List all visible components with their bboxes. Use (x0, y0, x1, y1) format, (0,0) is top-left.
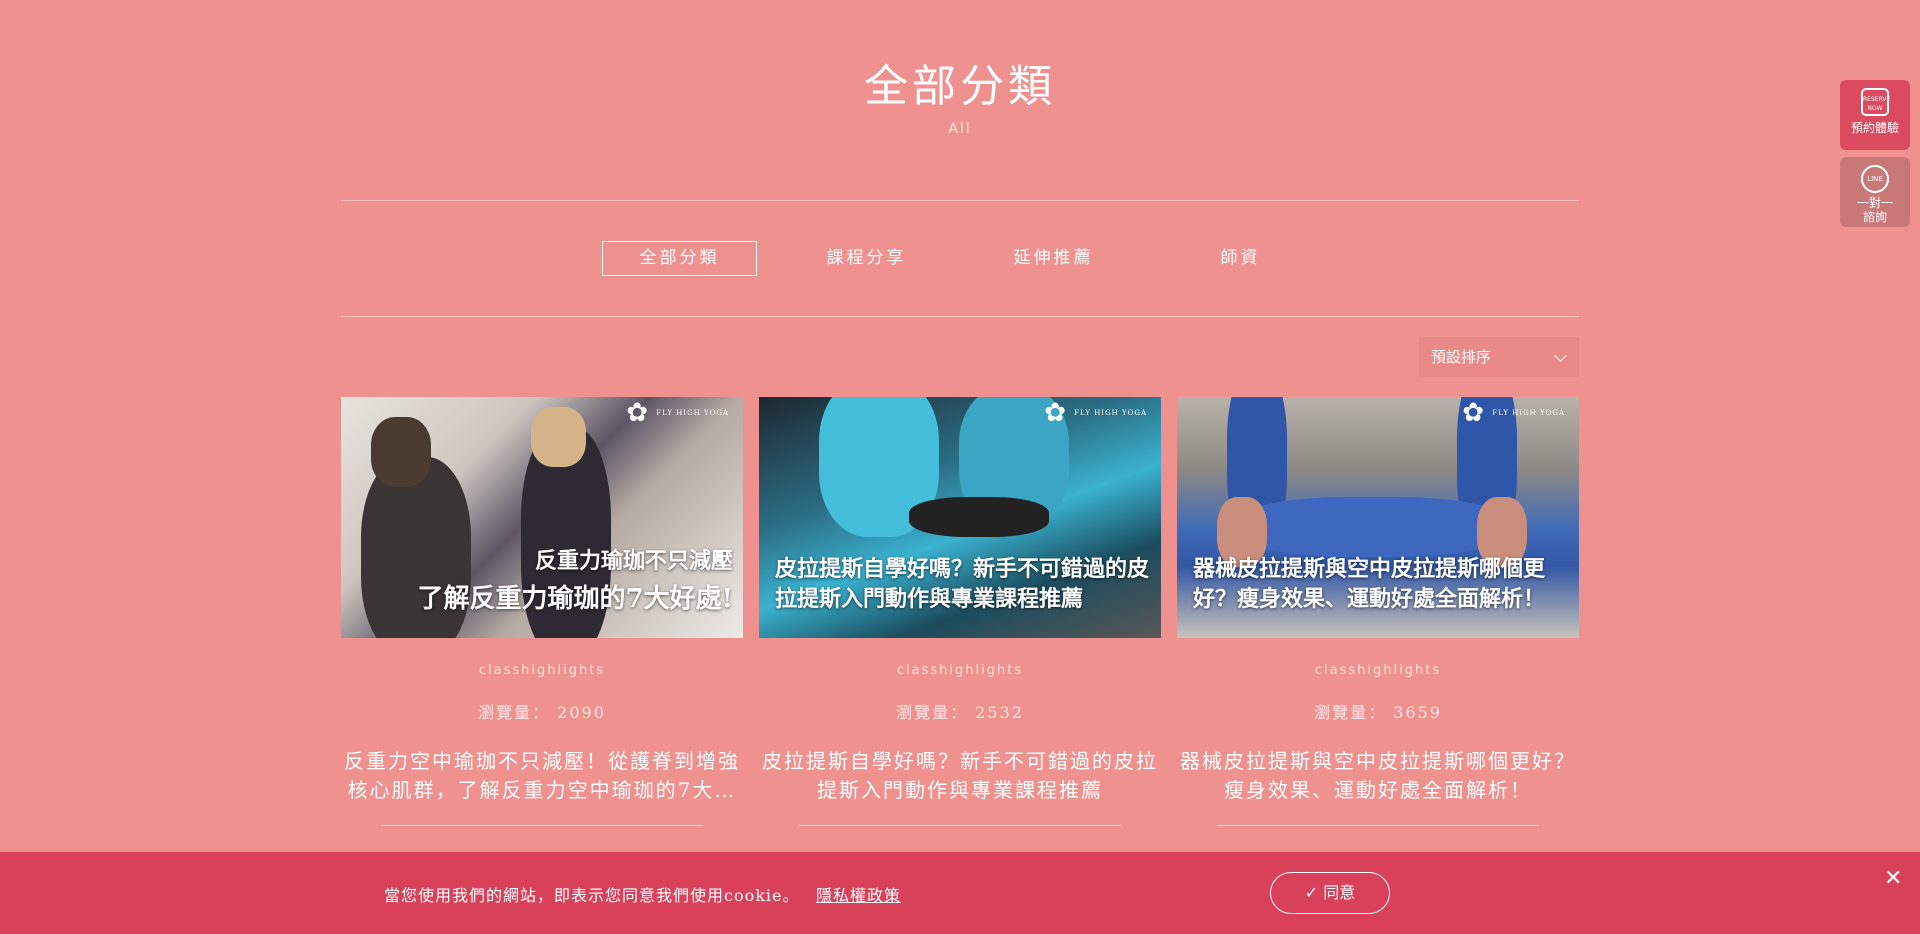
line-label-bottom: 諮詢 (1862, 210, 1887, 224)
card-divider (799, 825, 1121, 826)
article-card: ✿ FLY HIGH YOGA 皮拉提斯自學好嗎？新手不可錯過的皮拉提斯入門動作… (759, 397, 1161, 826)
card-title[interactable]: 反重力空中瑜珈不只減壓！從護脊到增強核心肌群，了解反重力空中瑜珈的7大… (341, 747, 743, 805)
article-card: ✿ FLY HIGH YOGA 反重力瑜珈不只減壓 了解反重力瑜珈的7大好處! … (341, 397, 743, 826)
line-chat-icon: LINE (1861, 165, 1889, 193)
logo-text: FLY HIGH YOGA (1492, 409, 1565, 417)
tab-all[interactable]: 全部分類 (602, 241, 757, 276)
card-divider (381, 825, 703, 826)
card-views: 瀏覽量： 3659 (1314, 703, 1442, 722)
sort-select[interactable]: 預設排序 (1419, 337, 1579, 377)
flower-logo-icon: ✿ (1044, 398, 1068, 428)
chevron-down-icon (1554, 349, 1567, 362)
card-views: 瀏覽量： 2090 (478, 703, 606, 722)
card-views: 瀏覽量： 2532 (896, 703, 1024, 722)
image-caption-line1: 器械皮拉提斯與空中皮拉提斯哪個更好？瘦身效果、運動好處全面解析！ (1193, 556, 1546, 612)
cookie-message: 當您使用我們的網站，即表示您同意我們使用cookie。 (384, 886, 800, 905)
image-caption-line1: 反重力瑜珈不只減壓 (534, 548, 733, 574)
calendar-icon: RESERVE NOW (1861, 88, 1890, 116)
reserve-label: 預約體驗 (1850, 121, 1899, 135)
line-consult-button[interactable]: LINE 一對一 諮詢 (1840, 157, 1910, 227)
article-image[interactable]: ✿ FLY HIGH YOGA 皮拉提斯自學好嗎？新手不可錯過的皮拉提斯入門動作… (759, 397, 1161, 638)
article-image[interactable]: ✿ FLY HIGH YOGA 反重力瑜珈不只減壓 了解反重力瑜珈的7大好處! (341, 397, 743, 638)
tab-class-sharing[interactable]: 課程分享 (789, 241, 944, 276)
flower-logo-icon: ✿ (626, 398, 650, 428)
divider-bottom (341, 316, 1579, 317)
privacy-policy-link[interactable]: 隱私權政策 (816, 882, 901, 906)
tab-extended-recommendations[interactable]: 延伸推薦 (976, 241, 1131, 276)
brand-logo: ✿ FLY HIGH YOGA (1462, 400, 1565, 426)
image-caption: 皮拉提斯自學好嗎？新手不可錯過的皮拉提斯入門動作與專業課程推薦 (775, 554, 1151, 614)
agree-label: 同意 (1323, 883, 1356, 902)
logo-text: FLY HIGH YOGA (656, 409, 729, 417)
page-title: 全部分類 (864, 61, 1056, 112)
card-category[interactable]: classhighlights (341, 663, 743, 678)
card-title[interactable]: 皮拉提斯自學好嗎？新手不可錯過的皮拉提斯入門動作與專業課程推薦 (759, 747, 1161, 805)
image-caption-line2: 了解反重力瑜珈的7大好處! (417, 584, 733, 614)
card-title[interactable]: 器械皮拉提斯與空中皮拉提斯哪個更好？瘦身效果、運動好處全面解析！ (1177, 747, 1579, 805)
image-caption: 反重力瑜珈不只減壓 了解反重力瑜珈的7大好處! (357, 546, 733, 614)
tab-instructors[interactable]: 師資 (1163, 241, 1318, 276)
card-divider (1217, 825, 1539, 826)
brand-logo: ✿ FLY HIGH YOGA (1044, 400, 1147, 426)
page-subtitle: All (948, 121, 972, 137)
brand-logo: ✿ FLY HIGH YOGA (626, 400, 729, 426)
article-card: ✿ FLY HIGH YOGA 器械皮拉提斯與空中皮拉提斯哪個更好？瘦身效果、運… (1177, 397, 1579, 826)
check-icon: ✓ (1304, 883, 1319, 902)
card-category[interactable]: classhighlights (759, 663, 1161, 678)
line-label-top: 一對一 (1856, 196, 1893, 210)
cookie-banner: 當您使用我們的網站，即表示您同意我們使用cookie。 隱私權政策 ✓ 同意 ✕ (0, 852, 1920, 934)
logo-text: FLY HIGH YOGA (1074, 409, 1147, 417)
close-icon[interactable]: ✕ (1884, 866, 1902, 891)
divider-top (341, 200, 1579, 201)
image-caption: 器械皮拉提斯與空中皮拉提斯哪個更好？瘦身效果、運動好處全面解析！ (1193, 554, 1569, 614)
sort-select-value: 預設排序 (1431, 348, 1492, 366)
reserve-button[interactable]: RESERVE NOW 預約體驗 (1840, 80, 1910, 150)
article-image[interactable]: ✿ FLY HIGH YOGA 器械皮拉提斯與空中皮拉提斯哪個更好？瘦身效果、運… (1177, 397, 1579, 638)
card-category[interactable]: classhighlights (1177, 663, 1579, 678)
agree-button[interactable]: ✓ 同意 (1270, 872, 1390, 914)
flower-logo-icon: ✿ (1462, 398, 1486, 428)
image-caption-line1: 皮拉提斯自學好嗎？新手不可錯過的皮拉提斯入門動作與專業課程推薦 (775, 556, 1150, 612)
